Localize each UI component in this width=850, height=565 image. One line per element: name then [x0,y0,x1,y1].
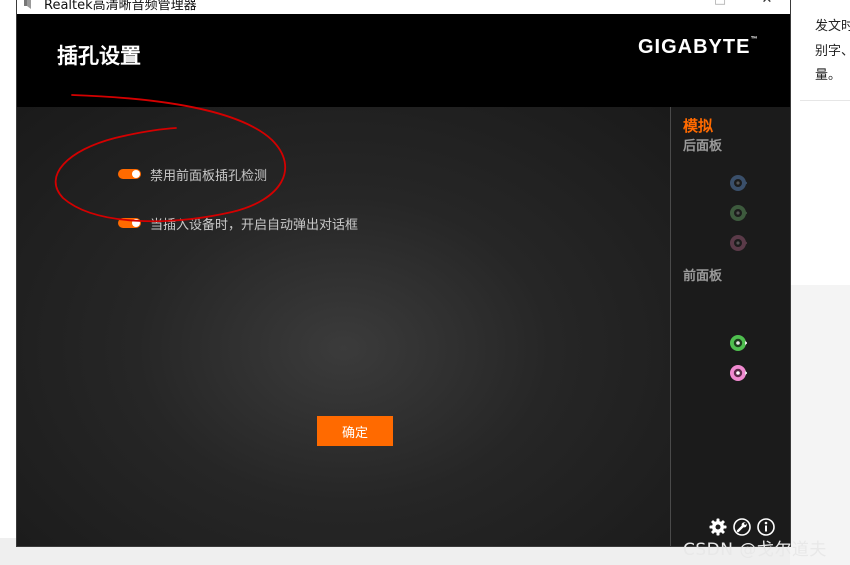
brand-name: GIGABYTE [638,36,751,58]
auto-popup-dialog-toggle[interactable] [118,218,141,228]
toggle-knob [132,170,140,178]
disable-front-panel-detection-toggle[interactable] [118,169,141,179]
info-icon[interactable] [757,518,775,536]
background-divider [800,100,850,101]
gear-icon[interactable] [709,518,727,536]
close-button[interactable]: ✕ [757,0,777,10]
app-header: 插孔设置 GIGABYTE™ [17,14,790,107]
rear-panel-label: 后面板 [683,139,723,154]
realtek-audio-manager-window: Realtek高清晰音频管理器 — □ ✕ 插孔设置 GIGABYTE™ 禁用前… [17,0,790,546]
analog-mode-label[interactable]: 模拟 [683,115,713,136]
toggle-knob [132,219,140,227]
csdn-watermark: CSDN @戈尔道夫 [683,540,827,560]
front-headphone-jack-icon[interactable] [729,334,747,352]
rear-line-in-jack-icon[interactable] [729,174,747,192]
disable-front-panel-detection-option[interactable]: 禁用前面板插孔检测 [118,164,267,184]
title-bar[interactable]: Realtek高清晰音频管理器 — □ ✕ [17,0,790,14]
background-text-line: 发文时 [815,19,850,34]
disable-front-panel-detection-label: 禁用前面板插孔检测 [150,168,268,184]
front-panel-label: 前面板 [683,269,723,284]
maximize-button[interactable]: □ [710,0,730,10]
jack-settings-panel: 禁用前面板插孔检测 当插入设备时，开启自动弹出对话框 确定 [17,107,670,546]
minimize-button[interactable]: — [670,0,690,10]
ok-button[interactable]: 确定 [317,416,393,446]
background-panel [790,285,850,565]
speaker-app-icon [24,0,31,9]
trademark-mark: ™ [750,36,759,43]
auto-popup-dialog-label: 当插入设备时，开启自动弹出对话框 [150,217,359,233]
connector-side-panel: 模拟 后面板 前面板 [670,107,790,546]
rear-mic-in-jack-icon[interactable] [729,234,747,252]
bottom-toolbar [709,518,775,536]
window-title: Realtek高清晰音频管理器 [44,0,197,13]
auto-popup-dialog-option[interactable]: 当插入设备时，开启自动弹出对话框 [118,213,358,233]
background-text-line: 别字、 [815,44,850,59]
page-title: 插孔设置 [57,44,141,68]
background-text-line: 量。 [815,68,842,83]
wrench-icon[interactable] [733,518,751,536]
rear-line-out-jack-icon[interactable] [729,204,747,222]
front-mic-jack-icon[interactable] [729,364,747,382]
gigabyte-logo: GIGABYTE™ [638,36,758,59]
